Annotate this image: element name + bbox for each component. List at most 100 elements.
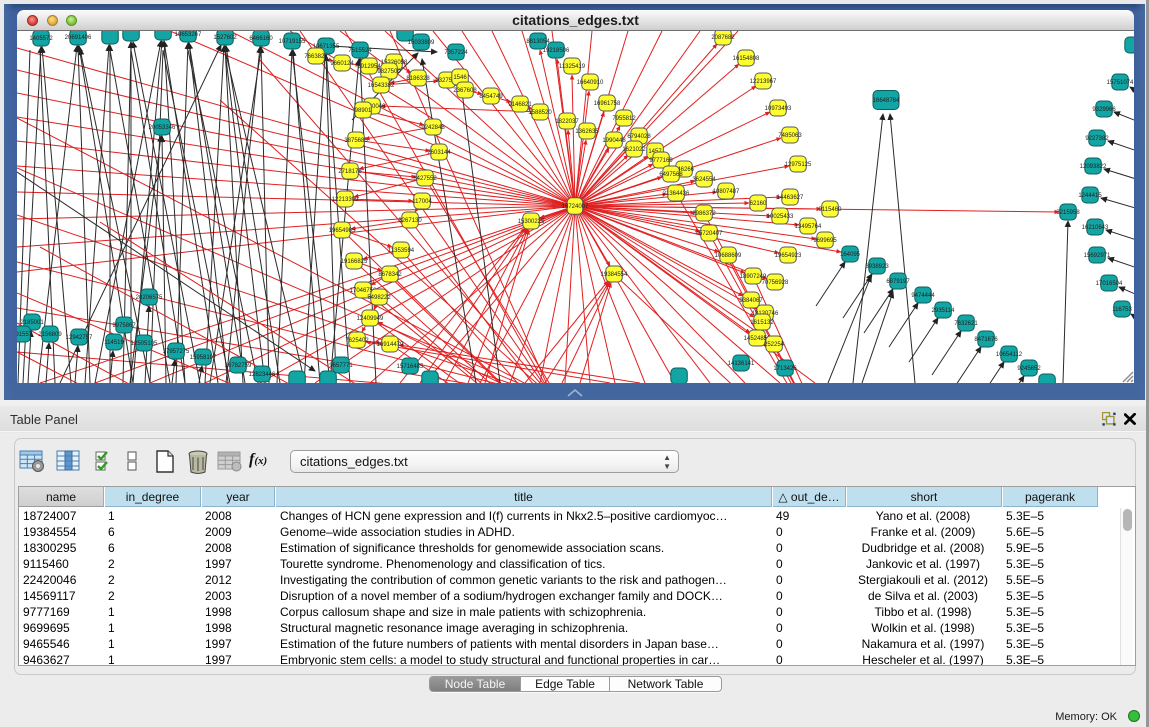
- svg-text:15751074: 15751074: [1107, 80, 1134, 86]
- svg-text:16640910: 16640910: [577, 80, 604, 86]
- svg-text:11325419: 11325419: [559, 64, 586, 70]
- svg-text:98901: 98901: [355, 108, 372, 114]
- svg-text:9329966: 9329966: [1092, 107, 1116, 113]
- svg-text:12942757: 12942757: [66, 335, 93, 341]
- svg-text:8678342: 8678342: [378, 272, 402, 278]
- svg-text:19218506: 19218506: [543, 48, 570, 54]
- svg-text:9115460: 9115460: [819, 207, 843, 213]
- svg-text:15958107: 15958107: [190, 355, 217, 361]
- svg-text:15716485: 15716485: [397, 364, 424, 370]
- svg-text:1713426: 1713426: [773, 366, 797, 372]
- svg-text:14136141: 14136141: [728, 361, 755, 367]
- svg-text:2185001: 2185001: [20, 320, 44, 326]
- svg-text:15692971: 15692971: [1084, 253, 1111, 259]
- svg-text:6794028: 6794028: [627, 134, 651, 140]
- svg-text:6879197: 6879197: [886, 279, 910, 285]
- svg-text:7357224: 7357224: [444, 50, 468, 56]
- svg-text:9245652: 9245652: [1017, 366, 1041, 372]
- svg-text:8938923: 8938923: [865, 264, 889, 270]
- svg-text:16543382: 16543382: [368, 83, 395, 89]
- svg-text:1621022: 1621022: [622, 147, 646, 153]
- svg-text:6497568: 6497568: [659, 172, 683, 178]
- svg-text:7625402: 7625402: [345, 338, 369, 344]
- svg-text:9242848: 9242848: [421, 125, 445, 131]
- svg-text:8186328: 8186328: [406, 76, 430, 82]
- svg-text:2986372: 2986372: [692, 211, 716, 217]
- svg-text:114519: 114519: [104, 340, 124, 346]
- svg-text:9384067: 9384067: [739, 298, 763, 304]
- svg-text:10688609: 10688609: [715, 253, 742, 259]
- svg-text:391557: 391557: [17, 332, 33, 338]
- svg-text:16154808: 16154808: [733, 56, 760, 62]
- svg-text:7955812: 7955812: [612, 116, 636, 122]
- svg-text:2603144: 2603144: [427, 150, 451, 156]
- svg-text:9975867: 9975867: [112, 323, 136, 329]
- svg-text:20691406: 20691406: [65, 35, 92, 41]
- svg-text:8427552: 8427552: [413, 176, 437, 182]
- svg-text:6466160: 6466160: [249, 36, 273, 42]
- svg-text:16033809: 16033809: [408, 40, 435, 46]
- svg-text:10719155: 10719155: [279, 39, 306, 45]
- svg-text:2087682: 2087682: [711, 35, 735, 41]
- svg-text:16914479: 16914479: [377, 342, 404, 348]
- svg-text:8454749: 8454749: [479, 94, 503, 100]
- svg-text:7515524: 7515524: [348, 48, 372, 54]
- svg-text:19384554: 19384554: [601, 272, 628, 278]
- svg-text:116753: 116753: [1112, 307, 1132, 313]
- svg-text:45720407: 45720407: [696, 231, 723, 237]
- svg-text:12505105: 12505105: [131, 341, 158, 347]
- svg-text:9146821: 9146821: [508, 102, 532, 108]
- svg-text:11353594: 11353594: [388, 248, 415, 254]
- svg-text:3624554: 3624554: [692, 177, 716, 183]
- svg-text:12409949: 12409949: [357, 316, 384, 322]
- svg-text:7485063: 7485063: [778, 133, 802, 139]
- svg-text:12213309: 12213309: [332, 197, 359, 203]
- svg-text:21364436: 21364436: [663, 191, 690, 197]
- svg-text:7632621: 7632621: [954, 321, 978, 327]
- svg-text:5498222: 5498222: [367, 295, 391, 301]
- svg-text:15300225: 15300225: [518, 219, 545, 225]
- svg-text:16782759: 16782759: [225, 363, 252, 369]
- svg-text:16961758: 16961758: [594, 101, 621, 107]
- svg-text:8471676: 8471676: [974, 337, 998, 343]
- svg-text:14463627: 14463627: [777, 195, 804, 201]
- svg-text:13495764: 13495764: [795, 224, 822, 230]
- svg-text:12093822: 12093822: [1080, 164, 1107, 170]
- svg-text:164095: 164095: [840, 252, 861, 258]
- svg-text:1990448: 1990448: [602, 138, 626, 144]
- svg-text:9657771: 9657771: [329, 363, 353, 369]
- svg-text:2935114: 2935114: [932, 308, 956, 314]
- svg-text:1615132: 1615132: [750, 320, 774, 326]
- svg-text:1362635: 1362635: [575, 129, 599, 135]
- svg-text:12975125: 12975125: [785, 162, 812, 168]
- svg-text:2718176: 2718176: [338, 169, 362, 175]
- svg-text:20206575: 20206575: [136, 295, 163, 301]
- svg-text:10973493: 10973493: [765, 106, 792, 112]
- svg-text:17016504: 17016504: [1096, 281, 1123, 287]
- svg-text:1822037: 1822037: [555, 119, 579, 125]
- svg-text:1527602: 1527602: [213, 35, 237, 41]
- svg-text:9699695: 9699695: [813, 238, 837, 244]
- svg-text:12213967: 12213967: [750, 79, 777, 85]
- svg-text:3875685: 3875685: [344, 138, 368, 144]
- svg-text:9827500: 9827500: [377, 69, 401, 75]
- svg-text:2156809: 2156809: [38, 332, 62, 338]
- svg-text:18724007: 18724007: [562, 204, 589, 210]
- svg-text:2367608: 2367608: [453, 88, 477, 94]
- svg-text:20053346: 20053346: [149, 125, 176, 131]
- svg-text:9227382: 9227382: [1085, 136, 1109, 142]
- svg-text:1244415: 1244415: [1078, 193, 1102, 199]
- svg-text:8813054: 8813054: [526, 39, 550, 45]
- svg-text:16648784: 16648784: [873, 98, 900, 104]
- svg-text:1405572: 1405572: [29, 36, 53, 42]
- svg-text:10654112: 10654112: [996, 352, 1023, 358]
- svg-text:10807487: 10807487: [713, 189, 740, 195]
- svg-text:19166825: 19166825: [341, 259, 368, 265]
- svg-text:9660124: 9660124: [330, 61, 354, 67]
- svg-text:3267130: 3267130: [398, 218, 422, 224]
- svg-text:7663822: 7663822: [304, 54, 328, 60]
- svg-text:1588520: 1588520: [528, 110, 552, 116]
- svg-text:252254: 252254: [764, 342, 785, 348]
- svg-text:9777169: 9777169: [649, 158, 673, 164]
- svg-text:3215958: 3215958: [1056, 210, 1080, 216]
